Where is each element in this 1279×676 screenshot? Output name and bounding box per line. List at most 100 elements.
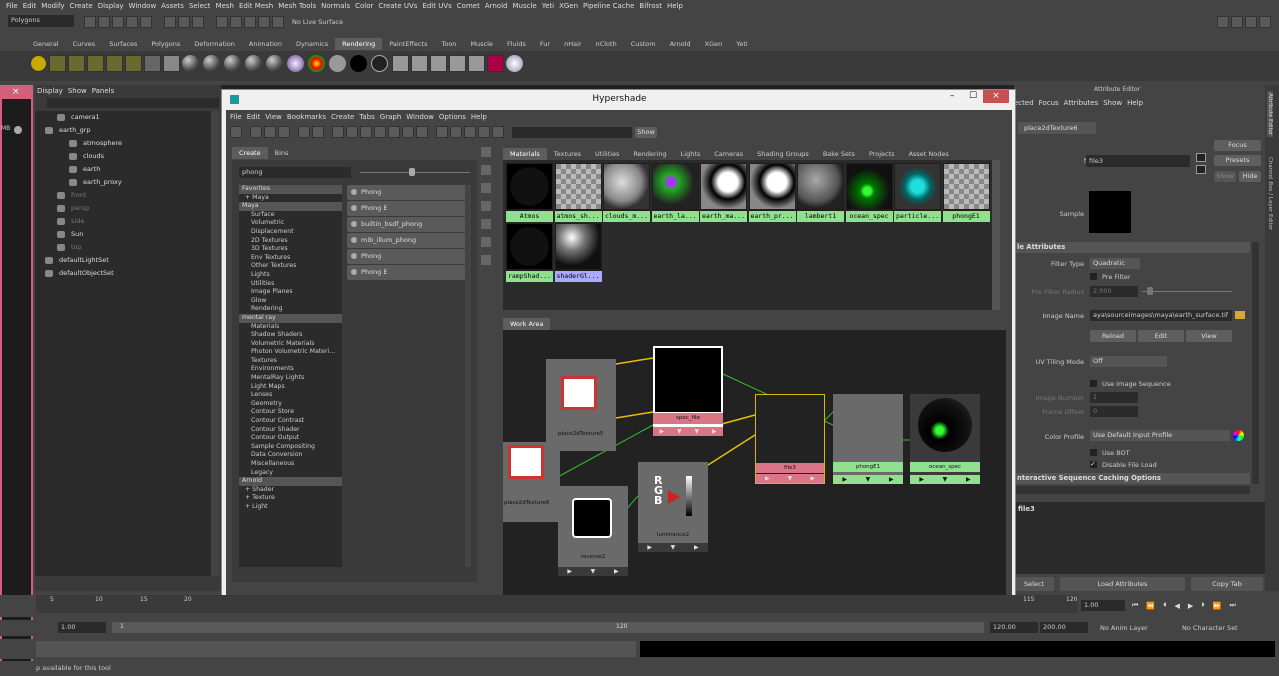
side-tab-channel-box[interactable]: Channel Box / Layer Editor: [1267, 155, 1273, 232]
ae-node-tab[interactable]: place2dTexture6: [1018, 122, 1096, 134]
ae-input-output-icon[interactable]: [1196, 153, 1206, 162]
camera-icon[interactable]: [144, 55, 161, 72]
create-slider-handle[interactable]: [409, 168, 415, 176]
anim-layer-select[interactable]: No Anim Layer: [1100, 624, 1148, 632]
create-tree-item[interactable]: + Texture: [239, 494, 342, 503]
outliner-item[interactable]: persp: [35, 202, 211, 215]
workarea-tab[interactable]: Work Area: [503, 318, 551, 330]
render-layer-icon[interactable]: [487, 55, 504, 72]
graph-downstream-icon[interactable]: [374, 126, 386, 138]
sort-by-time-icon[interactable]: [478, 126, 490, 138]
uv-tiling-select[interactable]: Off: [1090, 356, 1167, 367]
menu-item[interactable]: Window: [129, 2, 157, 10]
browser-tab[interactable]: Rendering: [626, 148, 673, 160]
hypershade-menu-item[interactable]: Create: [331, 113, 354, 121]
menu-item[interactable]: XGen: [559, 2, 578, 10]
outliner-item[interactable]: Sun: [35, 228, 211, 241]
create-tree-item[interactable]: Arnold: [239, 477, 342, 486]
browser-tool-icon[interactable]: [481, 183, 491, 193]
create-tree-item[interactable]: Light Maps: [239, 383, 342, 392]
hypershade-menu-item[interactable]: Options: [439, 113, 466, 121]
shader-ball-icon[interactable]: [245, 55, 262, 72]
play-back-icon[interactable]: ◀: [1175, 602, 1180, 610]
create-tree-item[interactable]: Lenses: [239, 391, 342, 400]
create-tree-item[interactable]: Contour Shader: [239, 426, 342, 435]
create-tree-item[interactable]: Image Planes: [239, 288, 342, 297]
material-swatch[interactable]: particle...: [894, 163, 941, 222]
pre-filter-radius-field[interactable]: 2.000: [1090, 286, 1138, 297]
sidebar-toggle-icon[interactable]: [1217, 16, 1229, 28]
browser-tool-icon[interactable]: [481, 237, 491, 247]
shelf-tab[interactable]: Fur: [533, 38, 557, 50]
create-tree-item[interactable]: Materials: [239, 323, 342, 332]
hypershade-menu-item[interactable]: Tabs: [359, 113, 375, 121]
live-surface-label[interactable]: No Live Surface: [292, 18, 343, 26]
create-tab[interactable]: Bins: [268, 147, 296, 159]
snap-curve-icon[interactable]: [230, 16, 242, 28]
ae-file-field[interactable]: file3: [1086, 155, 1190, 167]
menu-item[interactable]: Muscle: [512, 2, 536, 10]
file3-ports[interactable]: ▶ ▼ ▶: [756, 474, 824, 483]
material-swatch[interactable]: Atmos: [506, 163, 553, 222]
material-swatch[interactable]: lambert1: [797, 163, 844, 222]
create-tab[interactable]: Create: [232, 147, 268, 159]
shelf-tab[interactable]: Rendering: [335, 38, 383, 50]
step-back-key-icon[interactable]: ⏪: [1146, 602, 1155, 610]
create-tree-item[interactable]: Contour Store: [239, 408, 342, 417]
menu-item[interactable]: Pipeline Cache: [583, 2, 634, 10]
hypershade-icon[interactable]: [163, 55, 180, 72]
range-end-field[interactable]: 120.00: [990, 622, 1038, 633]
color-picker-icon[interactable]: [1233, 430, 1244, 441]
graph-upstream-icon[interactable]: [360, 126, 372, 138]
material-swatch[interactable]: ocean_spec: [845, 163, 893, 222]
remove-selected-icon[interactable]: [416, 126, 428, 138]
use-background-icon[interactable]: [350, 55, 367, 72]
material-swatch[interactable]: atmos_sh...: [554, 163, 602, 222]
create-scrollbar[interactable]: [465, 185, 471, 567]
phonge1-node[interactable]: phongE1 ▶ ▼ ▶: [833, 394, 903, 484]
use-image-sequence-checkbox[interactable]: [1090, 380, 1097, 387]
menu-item[interactable]: File: [6, 2, 18, 10]
range-start-field[interactable]: 1.00: [58, 622, 106, 633]
layout-top-icon[interactable]: [250, 126, 262, 138]
shelf-tab[interactable]: nCloth: [589, 38, 624, 50]
create-tree-item[interactable]: Volumetric: [239, 219, 342, 228]
create-tree-item[interactable]: + Maya: [239, 194, 342, 203]
arnold-render-icon[interactable]: [506, 55, 523, 72]
create-tree-item[interactable]: Glow: [239, 297, 342, 306]
side-tab-attribute-editor[interactable]: Attribute Editor: [1267, 91, 1273, 138]
shader-ball-icon[interactable]: [266, 55, 283, 72]
create-tree-item[interactable]: Lights: [239, 271, 342, 280]
outliner-item[interactable]: earth_grp: [35, 124, 211, 137]
spec-file-ports[interactable]: ▶ ▼ ▼ ▶: [653, 427, 723, 436]
browser-tool-icon[interactable]: [481, 147, 491, 157]
ae-section-header-1[interactable]: le Attributes: [1014, 242, 1250, 253]
layout-bottom-icon[interactable]: [264, 126, 276, 138]
step-forward-icon[interactable]: ⏵: [1201, 601, 1205, 610]
surface-shader-icon[interactable]: [329, 55, 346, 72]
menu-item[interactable]: Mesh: [216, 2, 234, 10]
browser-tool-icon[interactable]: [481, 219, 491, 229]
menu-item[interactable]: Select: [189, 2, 211, 10]
ae-menu-item[interactable]: Help: [1127, 99, 1143, 107]
shelf-tab[interactable]: Surfaces: [102, 38, 144, 50]
create-tree-item[interactable]: + Light: [239, 503, 342, 512]
ipr-render-icon[interactable]: [411, 55, 428, 72]
mel-input[interactable]: [36, 641, 636, 657]
create-tree-item[interactable]: Displacement: [239, 228, 342, 237]
step-forward-key-icon[interactable]: ⏩: [1213, 602, 1222, 610]
ae-section-header-2[interactable]: nteractive Sequence Caching Options: [1014, 473, 1250, 484]
material-swatch[interactable]: rampShad...: [506, 223, 553, 282]
snap-view-icon[interactable]: [258, 16, 270, 28]
open-scene-icon[interactable]: [98, 16, 110, 28]
attribute-editor-toggle-icon[interactable]: [1245, 16, 1257, 28]
color-profile-select[interactable]: Use Default Input Profile: [1090, 430, 1230, 441]
shader-ball-icon[interactable]: [224, 55, 241, 72]
outliner-item[interactable]: front: [35, 189, 211, 202]
layout-split-icon[interactable]: [278, 126, 290, 138]
disable-file-load-checkbox[interactable]: ✓: [1090, 461, 1097, 468]
play-forward-icon[interactable]: ▶: [1188, 602, 1193, 610]
create-tree-item[interactable]: Rendering: [239, 305, 342, 314]
menu-item[interactable]: Modify: [41, 2, 64, 10]
create-tree-item[interactable]: Data Conversion: [239, 451, 342, 460]
